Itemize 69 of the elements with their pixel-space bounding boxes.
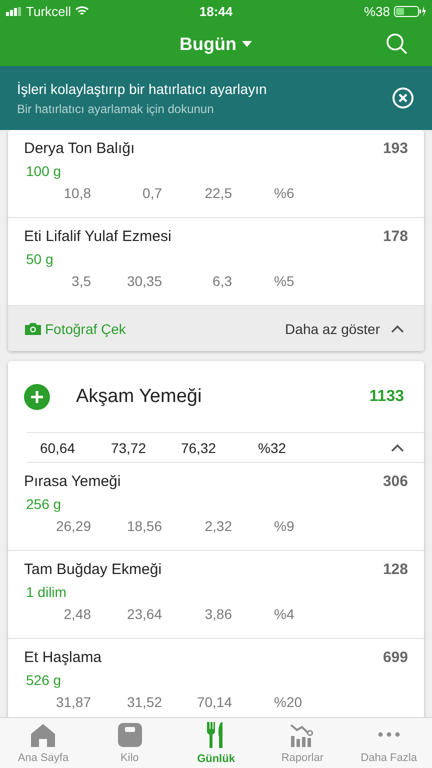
nutrient-value: 6,3 <box>212 273 232 289</box>
nutrient-value: 30,35 <box>126 273 162 289</box>
meal-title: Akşam Yemeği <box>76 386 203 408</box>
nutrient-value: %4 <box>274 606 294 622</box>
battery-percent: %38 <box>364 4 390 18</box>
food-amount: 1 dilim <box>25 584 66 600</box>
calories: 128 <box>382 561 408 578</box>
nutrient-value: 26,29 <box>56 518 91 534</box>
nutrient-total: %32 <box>258 440 286 456</box>
nutrient-value: 31,87 <box>56 694 91 710</box>
take-photo-button[interactable]: Fotoğraf Çek <box>25 320 126 336</box>
nutrient-total: 73,72 <box>110 440 146 456</box>
carrier-name: Turkcell <box>26 4 72 18</box>
nutrient-value: %20 <box>274 694 302 710</box>
nutrient-value: 70,14 <box>196 694 232 710</box>
chart-icon <box>290 722 314 746</box>
date-dropdown[interactable]: Bugün <box>180 34 252 54</box>
camera-icon <box>25 322 41 335</box>
nutrient-value: 10,8 <box>64 185 91 201</box>
calories: 178 <box>382 228 408 245</box>
nutrient-value: 2,32 <box>204 518 232 534</box>
nutrient-value: %5 <box>274 273 294 289</box>
nutrient-total: 60,64 <box>40 440 75 456</box>
food-name: Tam Buğday Ekmeği <box>24 561 162 578</box>
food-amount: 50 g <box>25 251 54 267</box>
reminder-banner[interactable]: İşleri kolaylaştırıp bir hatırlatıcı ayarlayın Bir hatırlatıcı ayarlamak için dokunun <box>0 66 432 130</box>
caret-icon <box>242 41 252 47</box>
banner-title: İşleri kolaylaştırıp bir hatırlatıcı ayarlayın <box>17 80 267 96</box>
nutrient-value: %6 <box>274 185 294 201</box>
tab[interactable]: Raporlar <box>259 718 346 768</box>
clock: 18:44 <box>199 4 233 18</box>
add-icon[interactable] <box>24 384 50 410</box>
calories: 193 <box>382 140 408 157</box>
nutrient-value: 18,56 <box>126 518 162 534</box>
chevron-up-icon[interactable] <box>391 444 404 452</box>
chevron-up-icon <box>391 324 404 332</box>
food-name: Derya Ton Balığı <box>24 140 135 157</box>
nutrient-value: 22,5 <box>204 185 232 201</box>
calories: 306 <box>382 473 408 490</box>
food-amount: 526 g <box>25 672 62 688</box>
calories: 699 <box>382 649 408 666</box>
food-name: Et Haşlama <box>24 649 102 666</box>
meal-calories: 1133 <box>369 388 404 406</box>
tab[interactable]: Kilo <box>86 718 173 768</box>
food-amount: 100 g <box>25 163 62 179</box>
nutrient-value: 23,64 <box>126 606 162 622</box>
tab[interactable]: Ana Sayfa <box>0 718 86 768</box>
show-less-button[interactable]: Daha az göster <box>285 320 404 336</box>
nutrient-total: 76,32 <box>180 440 216 456</box>
banner-subtitle: Bir hatırlatıcı ayarlamak için dokunun <box>17 102 215 116</box>
nutrient-value: %9 <box>274 518 294 534</box>
house-icon <box>30 722 56 746</box>
nutrient-value: 3,86 <box>204 606 232 622</box>
battery-icon <box>394 6 426 16</box>
food-name: Pırasa Yemeği <box>24 473 121 490</box>
tab[interactable]: Günlük <box>172 718 260 768</box>
food-name: Eti Lifalif Yulaf Ezmesi <box>24 228 172 245</box>
nutrient-value: 3,5 <box>72 273 91 289</box>
nutrient-value: 31,52 <box>126 694 162 710</box>
wifi-icon <box>75 6 90 16</box>
nutrient-value: 2,48 <box>64 606 91 622</box>
nutrient-value: 0,7 <box>142 185 162 201</box>
signal-icon <box>6 6 22 16</box>
search-icon[interactable] <box>386 33 408 55</box>
food-amount: 256 g <box>25 496 62 512</box>
close-icon[interactable] <box>392 87 414 109</box>
scale-icon <box>118 722 142 746</box>
tab[interactable]: Daha Fazla <box>346 718 432 768</box>
more-icon <box>378 732 400 737</box>
